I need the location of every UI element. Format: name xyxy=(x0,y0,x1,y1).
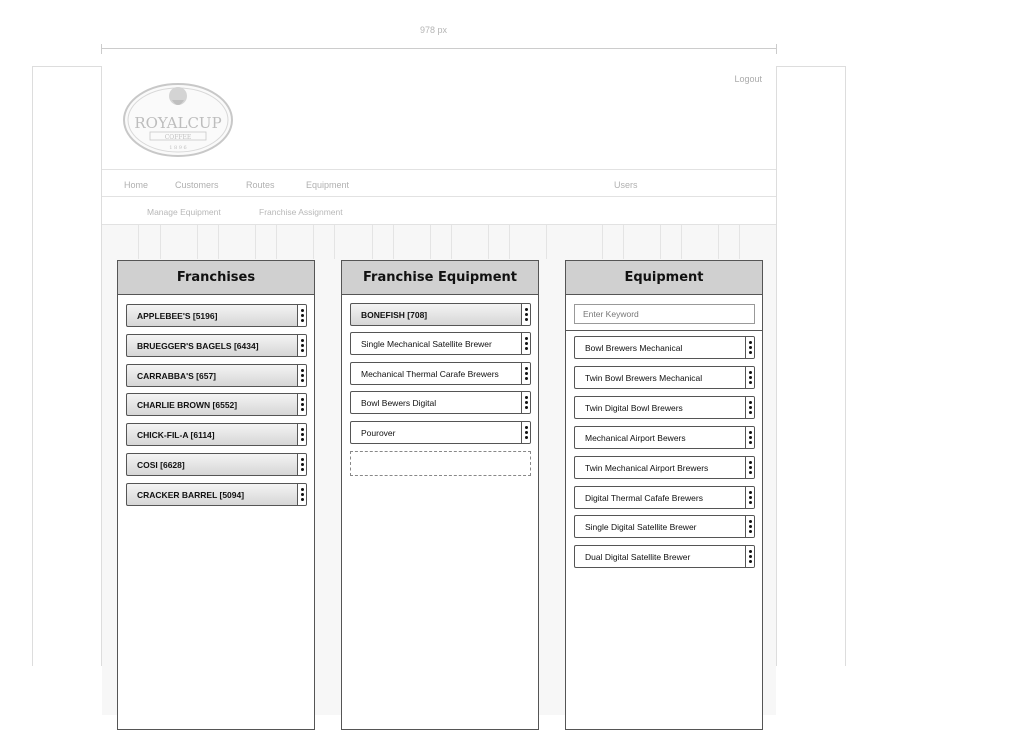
equipment-panel: Equipment Bowl Brewers Mechanical Twin Bo… xyxy=(565,260,763,730)
subnav-manage-equipment[interactable]: Manage Equipment xyxy=(147,207,221,217)
drag-handle-icon[interactable] xyxy=(745,366,754,388)
franchise-item[interactable]: APPLEBEE'S [5196] xyxy=(126,304,307,327)
franchise-item-label: CRACKER BARREL [5094] xyxy=(137,489,245,500)
franchises-panel: Franchises APPLEBEE'S [5196] BRUEGGER'S B… xyxy=(117,260,315,730)
drag-handle-icon[interactable] xyxy=(745,456,754,478)
franchise-item[interactable]: COSI [6628] xyxy=(126,453,307,476)
franchise-equipment-item[interactable]: Bowl Bewers Digital xyxy=(350,391,531,414)
franchise-equipment-item-label: Single Mechanical Satellite Brewer xyxy=(361,339,492,349)
equipment-item-label: Bowl Brewers Mechanical xyxy=(585,343,683,353)
franchise-item-label: BRUEGGER'S BAGELS [6434] xyxy=(137,340,259,351)
svg-text:1 8 9 6: 1 8 9 6 xyxy=(169,145,187,151)
equipment-item[interactable]: Single Digital Satellite Brewer xyxy=(574,515,755,539)
drag-handle-icon[interactable] xyxy=(521,392,530,413)
drag-handle-icon[interactable] xyxy=(521,421,530,443)
drag-handle-icon[interactable] xyxy=(297,305,306,326)
franchise-equipment-panel: Franchise Equipment BONEFISH [708] Singl… xyxy=(341,260,539,730)
franchise-item[interactable]: CHICK-FIL-A [6114] xyxy=(126,423,307,447)
equipment-item-label: Digital Thermal Cafafe Brewers xyxy=(585,492,703,503)
royal-cup-logo: ROYALCUP COFFEE 1 8 9 6 xyxy=(123,83,233,157)
franchises-title: Franchises xyxy=(118,261,314,295)
drag-handle-icon[interactable] xyxy=(745,396,754,418)
drag-handle-icon[interactable] xyxy=(297,424,306,446)
franchise-equipment-item[interactable]: Mechanical Thermal Carafe Brewers xyxy=(350,361,531,385)
drag-handle-icon[interactable] xyxy=(297,483,306,505)
equipment-item-label: Twin Mechanical Airport Brewers xyxy=(585,462,709,473)
nav-customers[interactable]: Customers xyxy=(175,180,219,190)
equipment-item-label: Twin Digital Bowl Brewers xyxy=(585,402,683,413)
franchise-item-label: CHARLIE BROWN [6552] xyxy=(137,400,238,411)
franchise-equipment-title: Franchise Equipment xyxy=(342,261,538,295)
equipment-item[interactable]: Mechanical Airport Bewers xyxy=(574,425,755,449)
equipment-item-label: Single Digital Satellite Brewer xyxy=(585,522,697,533)
app-page: Logout ROYALCUP COFFEE 1 8 9 6 Home Cust… xyxy=(101,66,777,730)
drag-handle-icon[interactable] xyxy=(521,362,530,384)
selected-franchise-label: BONEFISH [708] xyxy=(361,310,428,320)
keyword-search-input[interactable] xyxy=(574,304,755,324)
equipment-item[interactable]: Dual Digital Satellite Brewer xyxy=(574,545,755,569)
drag-handle-icon[interactable] xyxy=(297,454,306,475)
drag-handle-icon[interactable] xyxy=(297,394,306,416)
equipment-item-label: Dual Digital Satellite Brewer xyxy=(585,552,691,563)
franchise-equipment-item-label: Mechanical Thermal Carafe Brewers xyxy=(361,368,499,379)
sub-nav: Manage Equipment Franchise Assignment xyxy=(102,197,776,225)
equipment-item-label: Mechanical Airport Bewers xyxy=(585,432,686,443)
main-nav: Home Customers Routes Equipment Users xyxy=(102,169,776,197)
franchise-equipment-item[interactable]: Single Mechanical Satellite Brewer xyxy=(350,332,531,355)
drag-handle-icon[interactable] xyxy=(297,364,306,386)
equipment-item-label: Twin Bowl Brewers Mechanical xyxy=(585,372,703,383)
franchise-item[interactable]: CRACKER BARREL [5094] xyxy=(126,482,307,506)
franchise-equipment-item-label: Bowl Bewers Digital xyxy=(361,398,437,408)
franchise-item-label: CARRABBA'S [657] xyxy=(137,370,217,381)
nav-equipment[interactable]: Equipment xyxy=(306,180,349,190)
nav-routes[interactable]: Routes xyxy=(246,180,275,190)
franchise-equipment-item-label: Pourover xyxy=(361,427,396,438)
franchise-item[interactable]: CHARLIE BROWN [6552] xyxy=(126,393,307,417)
subnav-franchise-assignment[interactable]: Franchise Assignment xyxy=(259,207,343,217)
equipment-item[interactable]: Twin Digital Bowl Brewers xyxy=(574,395,755,419)
nav-users[interactable]: Users xyxy=(614,180,638,190)
width-ruler xyxy=(101,44,777,54)
drag-handle-icon[interactable] xyxy=(745,516,754,538)
drag-handle-icon[interactable] xyxy=(745,546,754,568)
equipment-item[interactable]: Twin Bowl Brewers Mechanical xyxy=(574,365,755,389)
equipment-title: Equipment xyxy=(566,261,762,295)
drag-handle-icon[interactable] xyxy=(521,333,530,354)
drag-handle-icon[interactable] xyxy=(745,486,754,508)
svg-text:COFFEE: COFFEE xyxy=(165,134,192,141)
drop-zone-placeholder[interactable] xyxy=(350,451,531,476)
equipment-item[interactable]: Bowl Brewers Mechanical xyxy=(574,336,755,359)
panel-divider xyxy=(566,330,762,331)
equipment-item[interactable]: Digital Thermal Cafafe Brewers xyxy=(574,485,755,509)
franchise-item-label: COSI [6628] xyxy=(137,460,185,470)
franchise-item-label: APPLEBEE'S [5196] xyxy=(137,311,218,321)
drag-handle-icon[interactable] xyxy=(297,334,306,356)
franchise-item-label: CHICK-FIL-A [6114] xyxy=(137,430,215,441)
franchise-item[interactable]: BRUEGGER'S BAGELS [6434] xyxy=(126,333,307,357)
svg-text:ROYALCUP: ROYALCUP xyxy=(134,114,221,132)
logout-link[interactable]: Logout xyxy=(734,74,762,84)
selected-franchise-item[interactable]: BONEFISH [708] xyxy=(350,303,531,326)
nav-home[interactable]: Home xyxy=(124,180,148,190)
drag-handle-icon[interactable] xyxy=(521,304,530,325)
equipment-item[interactable]: Twin Mechanical Airport Brewers xyxy=(574,455,755,479)
franchise-item[interactable]: CARRABBA'S [657] xyxy=(126,363,307,387)
franchise-equipment-item[interactable]: Pourover xyxy=(350,420,531,444)
drag-handle-icon[interactable] xyxy=(745,426,754,448)
drag-handle-icon[interactable] xyxy=(745,337,754,358)
width-annotation: 978 px xyxy=(420,25,448,35)
